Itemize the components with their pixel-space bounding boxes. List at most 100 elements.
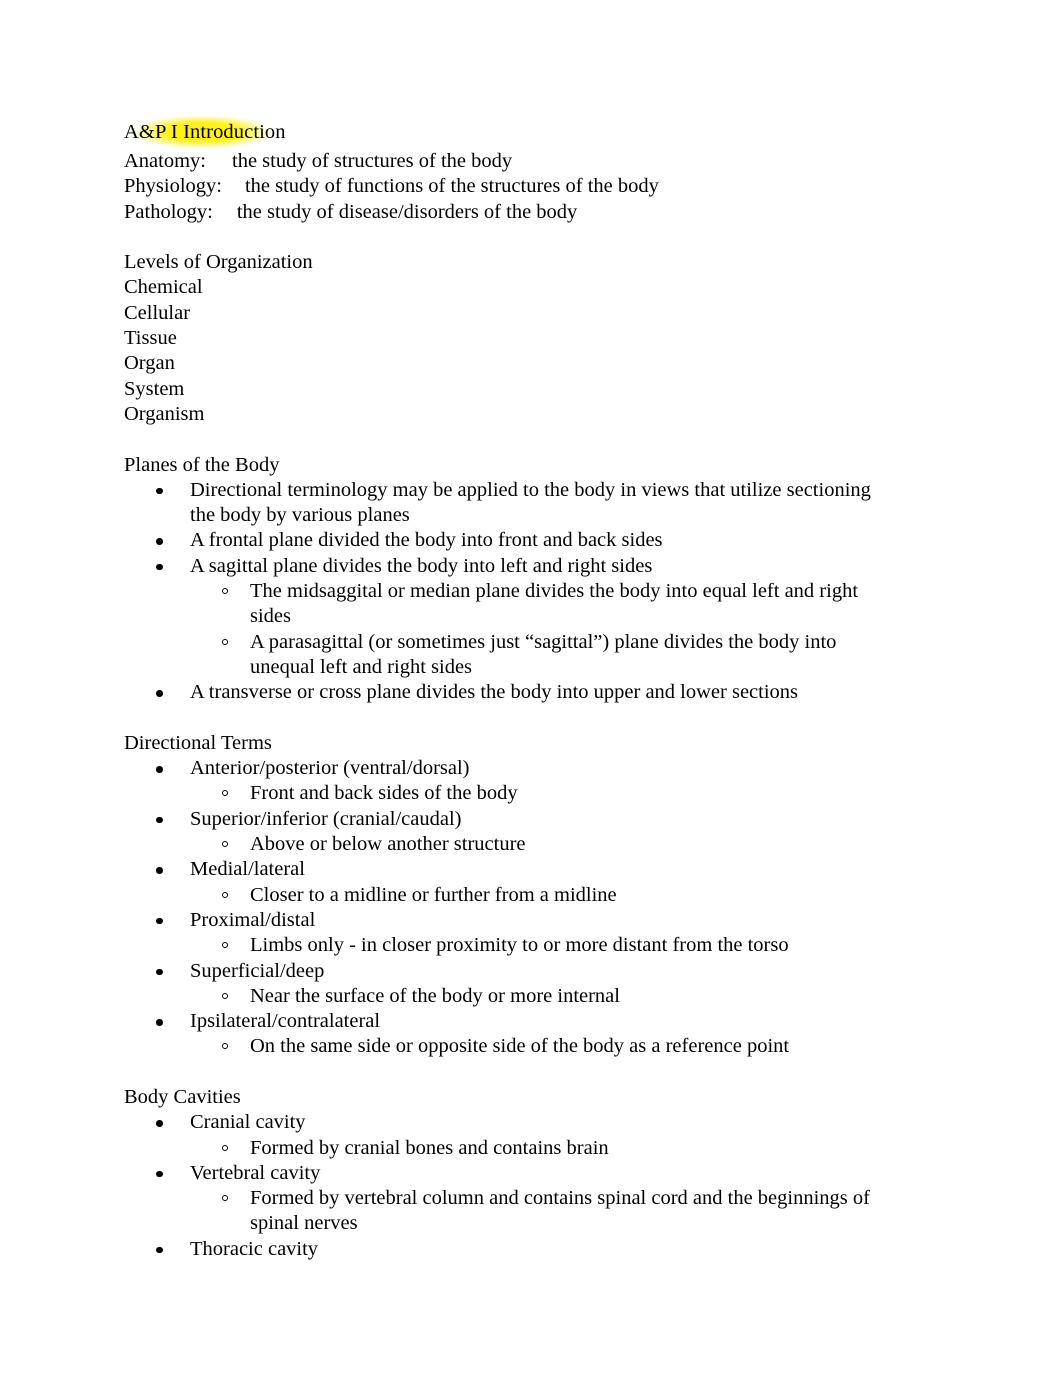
- bullet-circle-icon: [222, 891, 228, 898]
- sub-list-item: Above or below another structure: [190, 832, 876, 857]
- list-item: Cranial cavity Formed by cranial bones a…: [124, 1110, 876, 1161]
- list-item: Vertebral cavity Formed by vertebral col…: [124, 1161, 876, 1237]
- levels-item-organ: Organ: [124, 352, 175, 375]
- list-item-text: A frontal plane divided the body into fr…: [190, 529, 663, 552]
- definition-line-anatomy: Anatomy: the study of structures of the b…: [124, 149, 876, 174]
- sub-list-item: A parasagittal (or sometimes just “sagit…: [190, 630, 876, 681]
- sub-list-item-text: On the same side or opposite side of the…: [250, 1035, 790, 1058]
- list-item: A transverse or cross plane divides the …: [124, 680, 876, 705]
- planes-bullet-list: Directional terminology may be applied t…: [124, 478, 876, 706]
- list-item-text: Proximal/distal: [190, 908, 316, 931]
- bullet-circle-icon: [222, 638, 228, 645]
- section-levels-of-organization: Levels of Organization Chemical Cellular…: [117, 247, 876, 427]
- levels-item-cellular: Cellular: [124, 301, 191, 324]
- list-item: Superior/inferior (cranial/caudal) Above…: [124, 807, 876, 858]
- body-cavities-bullet-list: Cranial cavity Formed by cranial bones a…: [124, 1110, 876, 1262]
- sub-bullet-list: Formed by vertebral column and contains …: [190, 1186, 876, 1237]
- definition-term: Physiology:: [124, 175, 222, 198]
- bullet-disc-icon: [156, 968, 163, 975]
- sub-list-item: Closer to a midline or further from a mi…: [190, 883, 876, 908]
- sub-list-item-text: Formed by cranial bones and contains bra…: [250, 1136, 609, 1159]
- list-item-text: A transverse or cross plane divides the …: [190, 681, 799, 704]
- list-item-text: A sagittal plane divides the body into l…: [190, 554, 653, 577]
- levels-item-system: System: [124, 377, 185, 400]
- sub-bullet-list: Above or below another structure: [190, 832, 876, 857]
- definition-term: Pathology:: [124, 200, 213, 223]
- section-heading-row: Levels of Organization: [117, 247, 876, 279]
- bullet-disc-icon: [156, 766, 163, 773]
- levels-item-tissue: Tissue: [124, 327, 177, 350]
- sub-list-item: Front and back sides of the body: [190, 781, 876, 806]
- list-item-text: Cranial cavity: [190, 1111, 306, 1134]
- bullet-circle-icon: [222, 942, 228, 949]
- sub-bullet-list: The midsaggital or median plane divides …: [190, 579, 876, 680]
- section-heading-levels-of-organization: Levels of Organization: [117, 247, 327, 279]
- sub-bullet-list: Formed by cranial bones and contains bra…: [190, 1136, 876, 1161]
- sub-bullet-list: Near the surface of the body or more int…: [190, 984, 876, 1009]
- section-heading-directional-terms: Directional Terms: [117, 727, 286, 760]
- sub-list-item-text: Closer to a midline or further from a mi…: [250, 883, 617, 906]
- sub-list-item: On the same side or opposite side of the…: [190, 1034, 876, 1059]
- list-item: Directional terminology may be applied t…: [124, 478, 876, 529]
- bullet-disc-icon: [156, 1120, 163, 1127]
- list-item: Proximal/distal Limbs only - in closer p…: [124, 908, 876, 959]
- document-page: A&P I Introduction Anatomy: the study of …: [0, 0, 1062, 1377]
- section-body-cavities: Body Cavities Cranial cavity Formed by c…: [117, 1081, 876, 1262]
- list-item-text: Superior/inferior (cranial/caudal): [190, 807, 462, 830]
- sub-bullet-list: On the same side or opposite side of the…: [190, 1034, 876, 1059]
- bullet-circle-icon: [222, 992, 228, 999]
- bullet-disc-icon: [156, 538, 163, 545]
- bullet-disc-icon: [156, 690, 163, 697]
- sub-list-item: Near the surface of the body or more int…: [190, 984, 876, 1009]
- sub-list-item-text: A parasagittal (or sometimes just “sagit…: [250, 630, 837, 678]
- list-item-text: Vertebral cavity: [190, 1161, 321, 1184]
- list-item-text: Medial/lateral: [190, 858, 305, 881]
- bullet-circle-icon: [222, 1043, 228, 1050]
- list-item-text: Anterior/posterior (ventral/dorsal): [190, 757, 470, 780]
- bullet-disc-icon: [156, 1246, 163, 1254]
- list-item: Superficial/deep Near the surface of the…: [124, 959, 876, 1010]
- bullet-disc-icon: [156, 917, 163, 925]
- definition-text: the study of structures of the body: [232, 150, 513, 172]
- section-directional-terms: Directional Terms Anterior/posterior (ve…: [117, 727, 876, 1060]
- list-item-text: Directional terminology may be applied t…: [190, 478, 871, 527]
- document-body: A&P I Introduction Anatomy: the study of …: [116, 110, 876, 1262]
- sub-bullet-list: Front and back sides of the body: [190, 781, 876, 806]
- sub-list-item-text: Near the surface of the body or more int…: [250, 984, 620, 1007]
- sub-list-item-text: Limbs only - in closer proximity to or m…: [250, 934, 789, 957]
- sub-list-item-text: Formed by vertebral column and contains …: [250, 1187, 870, 1235]
- section-heading-row: Planes of the Body: [116, 449, 876, 482]
- list-item: A sagittal plane divides the body into l…: [124, 554, 876, 680]
- section-heading-row: Directional Terms: [117, 727, 876, 760]
- bullet-disc-icon: [156, 867, 163, 874]
- list-item-text: Thoracic cavity: [190, 1237, 319, 1260]
- section-heading-body-cavities: Body Cavities: [117, 1081, 255, 1114]
- bullet-disc-icon: [156, 563, 163, 571]
- section-heading-planes-of-the-body: Planes of the Body: [116, 449, 294, 482]
- list-item: Medial/lateral Closer to a midline or fu…: [124, 857, 876, 908]
- document-title-row: A&P I Introduction: [116, 110, 876, 154]
- sub-bullet-list: Closer to a midline or further from a mi…: [190, 883, 876, 908]
- bullet-disc-icon: [156, 487, 163, 495]
- bullet-circle-icon: [222, 588, 228, 595]
- definition-text: the study of functions of the structures…: [244, 175, 659, 198]
- directional-terms-bullet-list: Anterior/posterior (ventral/dorsal) Fron…: [124, 756, 876, 1060]
- list-item: Ipsilateral/contralateral On the same si…: [124, 1009, 876, 1060]
- sub-list-item: Limbs only - in closer proximity to or m…: [190, 933, 876, 958]
- sub-list-item: Formed by vertebral column and contains …: [190, 1186, 876, 1237]
- sub-list-item-text: Front and back sides of the body: [250, 782, 518, 805]
- list-item-text: Superficial/deep: [190, 959, 325, 982]
- list-item: Thoracic cavity: [124, 1237, 876, 1262]
- sub-list-item-text: The midsaggital or median plane divides …: [250, 580, 859, 628]
- list-item-text: Ipsilateral/contralateral: [190, 1010, 381, 1033]
- sub-list-item-text: Above or below another structure: [250, 833, 526, 856]
- bullet-disc-icon: [156, 1019, 163, 1026]
- section-planes-of-the-body: Planes of the Body Directional terminolo…: [116, 449, 876, 706]
- bullet-disc-icon: [156, 816, 163, 824]
- definition-term: Anatomy:: [124, 150, 206, 172]
- page-title: A&P I Introduction: [124, 121, 286, 143]
